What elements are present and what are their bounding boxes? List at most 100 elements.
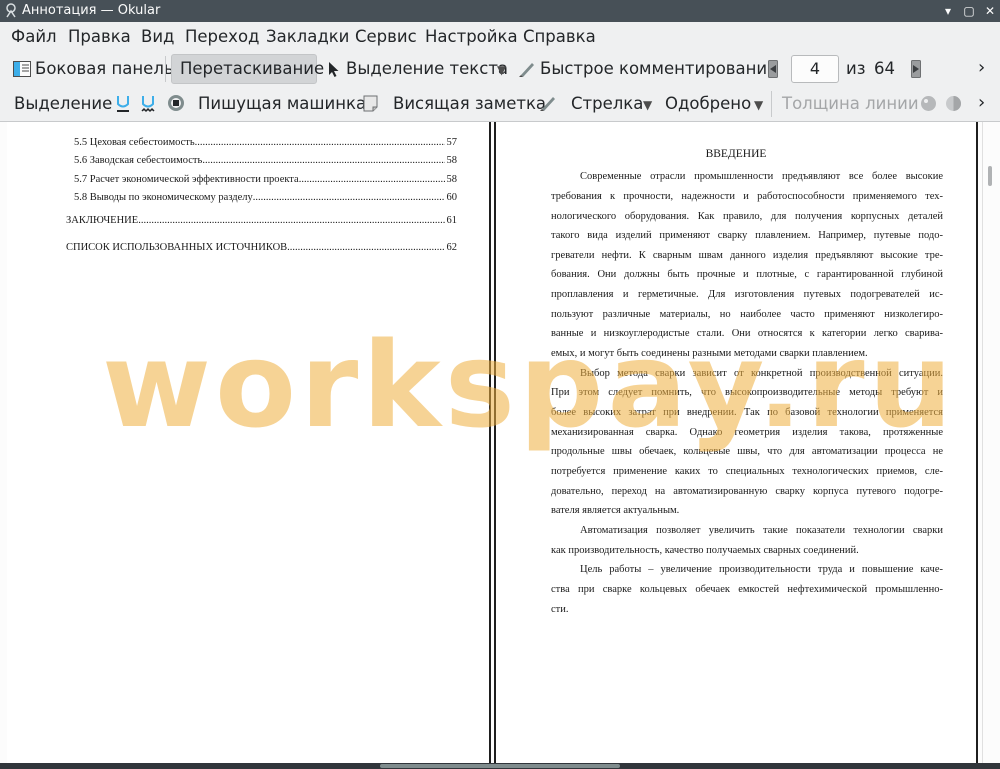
toc-entry-page: 57 <box>446 137 458 148</box>
arrow-icon <box>540 97 555 111</box>
toc-entry[interactable]: 5.5 Цеховая себестоимость ..............… <box>74 136 457 150</box>
paragraph-line: более высоких затрат при внедрении. Так … <box>551 407 943 418</box>
quick-annotations-button[interactable]: Быстрое комментирование <box>540 59 777 79</box>
paragraph-line: Автоматизация позволяет увеличить такие … <box>580 525 943 536</box>
note-icon <box>363 95 378 112</box>
toc-entry-title: ЗАКЛЮЧЕНИЕ <box>66 215 139 226</box>
paragraph-line: требования к прочности, надежности и раб… <box>551 191 943 202</box>
color-icon <box>921 96 936 111</box>
toc-entry-title: 5.6 Заводская себестоимость <box>74 155 203 166</box>
squiggle-icon[interactable] <box>141 95 155 113</box>
paragraph-line: как производительность, качество получае… <box>551 545 859 556</box>
main-toolbar: Боковая панель Перетаскивание Выделение … <box>0 52 1000 86</box>
annotation-toolbar: Выделение Пишущая машинка Висящая заметк… <box>0 86 1000 122</box>
toolbar-overflow-button[interactable]: › <box>978 58 985 78</box>
maximize-button[interactable]: ▢ <box>961 3 977 19</box>
paragraph-line: емых, и могут быть соединены разными мет… <box>551 348 868 359</box>
toc-entry-leader: ........................................… <box>252 192 445 203</box>
menu-settings[interactable]: Настройка <box>425 27 518 47</box>
toc-entry-leader: ........................................… <box>194 137 445 148</box>
toc-entry-leader: ........................................… <box>298 174 445 185</box>
title-bar: Аннотация — Okular ▾ ▢ ✕ <box>0 0 1000 22</box>
toc-entry-page: 60 <box>446 192 458 203</box>
stamp-icon[interactable] <box>167 94 185 112</box>
paragraph-line: потребуется применение каких то специаль… <box>551 466 943 477</box>
paragraph-line: продольные швы обечаек, кольцевые швы, ч… <box>551 446 943 457</box>
cursor-arrow-icon <box>329 62 339 77</box>
paragraph-line: проплавления и герметичные. Для изготовл… <box>551 289 943 300</box>
paragraph-line: довательно, переход на автоматизированну… <box>551 486 943 497</box>
paragraph-line: ства при сварке кольцевых обечаек емкост… <box>551 584 943 595</box>
minimize-button[interactable]: ▾ <box>940 3 956 19</box>
paragraph-line: ванные и низкоуглеродистые стали. Они от… <box>551 328 943 339</box>
highlight-button[interactable]: Выделение <box>14 94 112 114</box>
paragraph-line: такого вида изделий применяют сварку пла… <box>551 230 943 241</box>
toc-entry[interactable]: СПИСОК ИСПОЛЬЗОВАННЫХ ИСТОЧНИКОВ .......… <box>66 241 457 255</box>
menu-help[interactable]: Справка <box>523 27 596 47</box>
toc-entry-title: 5.8 Выводы по экономическому разделу <box>74 192 253 203</box>
stamp-button[interactable]: Одобрено <box>665 94 751 114</box>
toc-entry-title: 5.5 Цеховая себестоимость <box>74 137 195 148</box>
menu-file[interactable]: Файл <box>11 27 57 47</box>
paragraph-line: Современные отрасли промышленности предъ… <box>580 171 943 182</box>
okular-app-icon <box>6 3 16 18</box>
document-page-right: ВВЕДЕНИЕ Современные отрасли промышленно… <box>494 122 978 763</box>
paragraph-line: пользуют различные материалы, но наиболе… <box>551 309 943 320</box>
typewriter-button[interactable]: Пишущая машинка <box>198 94 366 114</box>
close-button[interactable]: ✕ <box>982 3 998 19</box>
prev-page-icon[interactable] <box>768 60 778 78</box>
vertical-scrollbar-thumb[interactable] <box>988 166 992 186</box>
toolbar-separator <box>165 56 166 82</box>
paragraph-line: сти. <box>551 604 569 615</box>
vertical-scrollbar[interactable] <box>982 122 1000 763</box>
chevron-down-icon[interactable]: ▼ <box>497 63 506 77</box>
popup-note-button[interactable]: Висящая заметка <box>393 94 546 114</box>
pen-icon <box>519 63 534 77</box>
menu-bar: Файл Правка Вид Переход Закладки Сервис … <box>0 22 1000 52</box>
arrow-button[interactable]: Стрелка <box>571 94 643 114</box>
toc-entry[interactable]: 5.8 Выводы по экономическому разделу ...… <box>74 191 457 205</box>
menu-go[interactable]: Переход <box>185 27 259 47</box>
underline-icon[interactable] <box>116 95 130 113</box>
okular-window: Аннотация — Okular ▾ ▢ ✕ Файл Правка Вид… <box>0 0 1000 769</box>
menu-edit[interactable]: Правка <box>68 27 131 47</box>
toc-entry[interactable]: 5.6 Заводская себестоимость ............… <box>74 154 457 168</box>
toolbar-separator <box>771 91 772 117</box>
toc-entry-page: 58 <box>446 155 458 166</box>
document-view[interactable]: 5.5 Цеховая себестоимость ..............… <box>0 122 1000 763</box>
toc-entry[interactable]: 5.7 Расчет экономической эффективности п… <box>74 173 457 187</box>
toc-entry-title: СПИСОК ИСПОЛЬЗОВАННЫХ ИСТОЧНИКОВ <box>66 242 288 253</box>
paragraph-line: греватели нефти. К сварным швам данного … <box>551 250 943 261</box>
horizontal-scrollbar-thumb[interactable] <box>380 764 620 768</box>
annotation-toolbar-overflow-button[interactable]: › <box>978 93 985 113</box>
toc-entry-leader: ........................................… <box>138 215 445 226</box>
toc-entry-leader: ........................................… <box>287 242 445 253</box>
toc-entry-page: 58 <box>446 174 458 185</box>
browse-tool-button[interactable]: Перетаскивание <box>180 59 324 79</box>
menu-tools[interactable]: Сервис <box>355 27 417 47</box>
sidebar-icon <box>13 61 31 77</box>
paragraph-line: При этом следует помнить, что высокопрои… <box>551 387 943 398</box>
opacity-icon <box>946 96 961 111</box>
paragraph-line: нологического оборудования. Как правило,… <box>551 211 943 222</box>
line-width-button: Толщина линии <box>782 94 919 113</box>
toc-entry-leader: ........................................… <box>202 155 444 166</box>
paragraph-line: Выбор метода сварки зависит от конкретно… <box>580 368 943 379</box>
menu-bookmarks[interactable]: Закладки <box>266 27 349 47</box>
document-page-left: 5.5 Цеховая себестоимость ..............… <box>7 122 491 763</box>
menu-view[interactable]: Вид <box>141 27 174 47</box>
toc-entry-title: 5.7 Расчет экономической эффективности п… <box>74 174 299 185</box>
paragraph-line: бования. Они должны быть прочные и плотн… <box>551 269 943 280</box>
page-of-label: из <box>846 59 866 78</box>
window-title: Аннотация — Okular <box>22 3 161 18</box>
stamp-chevron-down-icon[interactable]: ▼ <box>754 98 763 112</box>
next-page-icon[interactable] <box>911 60 921 78</box>
page-number-input[interactable]: 4 <box>791 55 839 83</box>
horizontal-scrollbar[interactable] <box>0 763 1000 769</box>
toc-entry[interactable]: ЗАКЛЮЧЕНИЕ .............................… <box>66 214 457 228</box>
sidebar-button[interactable]: Боковая панель <box>35 59 174 79</box>
arrow-chevron-down-icon[interactable]: ▼ <box>643 98 652 112</box>
text-selection-button[interactable]: Выделение текста <box>346 59 508 79</box>
page-total-label: 64 <box>874 59 895 78</box>
paragraph-line: механизированная сварка. Однако геометри… <box>551 427 943 438</box>
